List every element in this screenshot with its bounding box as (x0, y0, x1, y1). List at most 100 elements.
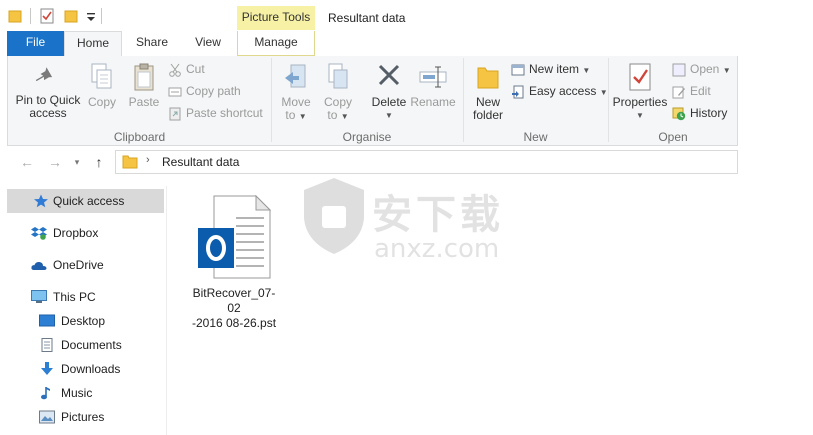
properties-button[interactable]: Properties ▼ (610, 62, 670, 122)
nav-item-onedrive[interactable]: OneDrive (7, 253, 164, 277)
nav-item-dropbox[interactable]: Dropbox (7, 221, 164, 245)
open-label: Open (690, 62, 720, 76)
organise-group-label: Organise (342, 130, 392, 144)
properties-label: Properties (612, 95, 668, 109)
edit-button[interactable]: Edit (672, 82, 711, 100)
breadcrumb-current-folder[interactable]: Resultant data (162, 155, 239, 169)
cloud-icon (31, 261, 47, 270)
up-arrow-icon[interactable]: ↑ (91, 154, 107, 170)
pin-to-quick-access-button[interactable]: Pin to Quick access (12, 64, 84, 120)
move-to-label-line2: to (285, 108, 296, 122)
file-name: BitRecover_07-02 -2016 08-26.pst (186, 286, 282, 331)
nav-item-music[interactable]: Music (7, 381, 164, 405)
chevron-down-icon: ▼ (722, 66, 731, 75)
history-icon (672, 107, 686, 121)
history-button[interactable]: History (672, 104, 727, 122)
paste-label: Paste (128, 95, 160, 109)
shield-icon (304, 178, 364, 254)
back-arrow-icon[interactable]: ← (19, 154, 35, 170)
copy-path-button[interactable]: Copy path (168, 82, 241, 100)
nav-item-quick-access[interactable]: Quick access (7, 189, 164, 213)
easy-access-label: Easy access (529, 84, 597, 98)
new-item-icon (511, 64, 525, 76)
paste-button[interactable]: Paste (126, 62, 162, 109)
nav-item-label: Pictures (61, 410, 105, 424)
copy-label: Copy (87, 95, 116, 109)
chevron-down-icon: ▼ (298, 112, 307, 121)
nav-item-label: OneDrive (53, 258, 104, 272)
cut-label: Cut (186, 62, 205, 76)
edit-label: Edit (690, 84, 711, 98)
pictures-icon (39, 410, 55, 424)
forward-arrow-icon[interactable]: → (47, 154, 63, 170)
new-folder-button[interactable]: New folder (468, 62, 508, 122)
copy-icon (91, 63, 112, 89)
rename-button[interactable]: Rename (410, 62, 456, 109)
folder-icon[interactable] (8, 8, 22, 24)
new-folder-icon[interactable] (64, 8, 78, 24)
open-icon (672, 63, 686, 77)
customize-toolbar-icon[interactable] (84, 8, 98, 24)
folder-icon (122, 155, 138, 169)
tab-view[interactable]: View (186, 31, 230, 56)
new-item-button[interactable]: New item ▼ (511, 60, 590, 78)
nav-item-label: Dropbox (53, 226, 99, 240)
copy-button[interactable]: Copy (84, 62, 120, 109)
paste-shortcut-icon (169, 107, 181, 121)
copy-to-button[interactable]: Copy to ▼ (320, 62, 356, 123)
delete-button[interactable]: Delete ▼ (368, 62, 410, 122)
navigation-row: ← → ▾ ↑ › Resultant data (7, 148, 738, 176)
edit-pencil-icon (672, 86, 685, 99)
nav-item-label: This PC (53, 290, 96, 304)
file-name-line2: -2016 08-26.pst (191, 316, 277, 330)
chevron-down-icon: ▼ (582, 66, 591, 75)
nav-item-pictures[interactable]: Pictures (7, 405, 164, 429)
recent-locations-chevron-icon[interactable]: ▾ (69, 154, 85, 170)
pin-icon (35, 67, 53, 82)
breadcrumb-chevron-icon[interactable]: › (146, 154, 150, 166)
ribbon-tabs: File Home Share View Manage (0, 31, 813, 57)
rename-label: Rename (410, 95, 456, 109)
new-item-label: New item (529, 62, 580, 76)
nav-item-documents[interactable]: Documents (7, 333, 164, 357)
desktop-icon (39, 314, 55, 327)
documents-icon (41, 338, 53, 352)
nav-item-label: Desktop (61, 314, 106, 328)
delete-label: Delete (371, 95, 407, 109)
nav-item-label: Quick access (53, 194, 125, 208)
watermark: 安下载 anxz.com (300, 176, 520, 264)
quick-access-separator (101, 8, 102, 24)
quick-access-separator (30, 8, 31, 24)
tab-home[interactable]: Home (64, 31, 122, 57)
properties-check-icon (629, 63, 651, 91)
nav-item-label: Music (61, 386, 93, 400)
delete-x-icon (378, 64, 400, 86)
nav-item-desktop[interactable]: Desktop (7, 309, 164, 333)
music-icon (41, 387, 50, 400)
tab-manage[interactable]: Manage (237, 31, 315, 56)
paste-shortcut-label: Paste shortcut (186, 106, 263, 120)
open-button[interactable]: Open ▼ (672, 60, 731, 78)
tab-share[interactable]: Share (128, 31, 176, 56)
cut-button[interactable]: Cut (168, 60, 205, 78)
move-to-button[interactable]: Move to ▼ (278, 62, 314, 123)
chevron-down-icon: ▼ (340, 112, 349, 121)
nav-item-this-pc[interactable]: This PC (7, 285, 164, 309)
paste-shortcut-button[interactable]: Paste shortcut (168, 104, 263, 122)
star-icon (34, 194, 48, 208)
nav-item-downloads[interactable]: Downloads (7, 357, 164, 381)
copy-path-label: Copy path (186, 84, 241, 98)
nav-item-label: Downloads (61, 362, 121, 376)
file-item[interactable]: BitRecover_07-02 -2016 08-26.pst (186, 192, 282, 330)
rename-icon (419, 66, 447, 88)
watermark-chinese-text: 安下载 (372, 192, 504, 238)
address-bar[interactable]: › Resultant data (115, 150, 738, 174)
navigation-pane: Quick access Dropbox OneDrive This PC De… (7, 186, 167, 435)
easy-access-button[interactable]: Easy access ▼ (511, 82, 608, 100)
picture-tools-label: Picture Tools (237, 6, 315, 30)
open-group-label: Open (658, 130, 688, 144)
tab-file[interactable]: File (7, 31, 64, 56)
dropbox-icon (31, 227, 47, 240)
copy-to-icon (328, 63, 348, 89)
properties-icon[interactable] (40, 8, 54, 24)
